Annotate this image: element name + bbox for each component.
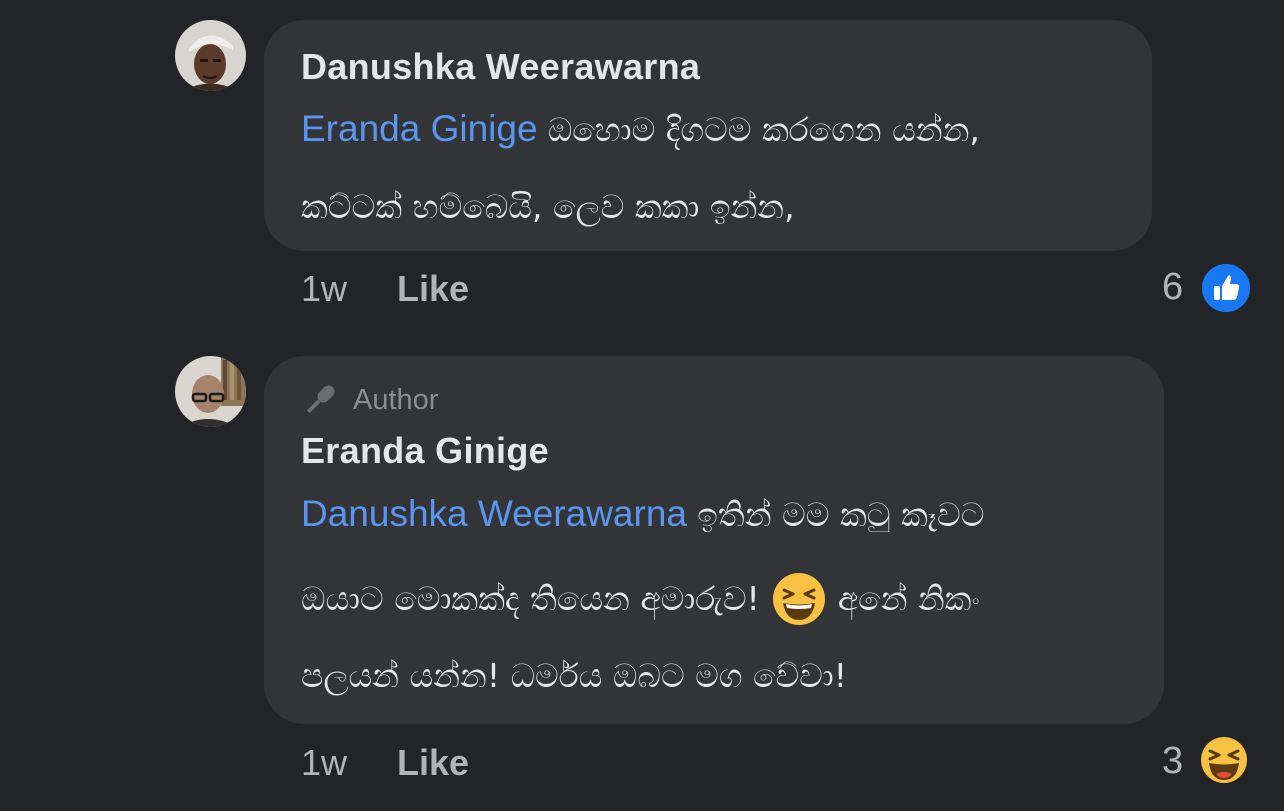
comment-text: කට්ටක් හම්බෙයි, ලෙව කකා ඉන්න,	[301, 187, 795, 226]
author-badge: Author	[301, 381, 438, 419]
user-avatar-icon	[175, 20, 246, 91]
reaction-count[interactable]: 3	[1162, 740, 1183, 783]
avatar[interactable]	[175, 356, 246, 427]
reaction-count[interactable]: 6	[1162, 266, 1183, 309]
mention-link[interactable]: Danushka Weerawarna	[301, 493, 687, 534]
user-avatar-icon	[175, 356, 246, 427]
comment-text: පලයන් යන්න! ධර්මය ඔබට මග වේවා!	[301, 656, 847, 695]
timestamp[interactable]: 1w	[301, 268, 347, 309]
comment-text-line-2: කට්ටක් හම්බෙයි, ලෙව කකා ඉන්න,	[301, 185, 795, 227]
author-badge-label: Author	[353, 383, 439, 416]
comment-bubble: Danushka Weerawarna Eranda Ginige ඔහොම ද…	[264, 20, 1152, 251]
comment-actions: 1w Like	[301, 268, 469, 310]
comment-bubble: Author Eranda Ginige Danushka Weerawarna…	[264, 356, 1164, 724]
comment-text: ඉතින් මම කටු කෑවට	[697, 495, 985, 534]
comment-text-line-1: Eranda Ginige ඔහොම දිගටම කරගෙන යන්න,	[301, 108, 980, 150]
comment-text-line-1: Danushka Weerawarna ඉතින් මම කටු කෑවට	[301, 493, 984, 535]
comment-author-name[interactable]: Danushka Weerawarna	[301, 46, 700, 88]
comment-text: ඔයාට මොකක්ද තියෙන අමාරුව!	[301, 579, 760, 618]
like-button[interactable]: Like	[397, 268, 469, 310]
comment-text-line-2: ඔයාට මොකක්ද තියෙන අමාරුව! අනේ නිකං	[301, 572, 980, 626]
microphone-icon	[307, 385, 335, 413]
timestamp[interactable]: 1w	[301, 742, 347, 783]
thumbs-up-icon[interactable]	[1200, 262, 1252, 314]
comment-text-line-3: පලයන් යන්න! ධර්මය ඔබට මග වේවා!	[301, 654, 847, 696]
comment-actions: 1w Like	[301, 742, 469, 784]
comment-author-name[interactable]: Eranda Ginige	[301, 430, 549, 472]
laughing-emoji-icon	[772, 572, 826, 626]
comment-text: ඔහොම දිගටම කරගෙන යන්න,	[547, 110, 980, 149]
haha-icon[interactable]	[1200, 736, 1248, 784]
comment-text: අනේ නිකං	[837, 579, 980, 618]
like-button[interactable]: Like	[397, 742, 469, 784]
mention-link[interactable]: Eranda Ginige	[301, 108, 538, 149]
avatar[interactable]	[175, 20, 246, 91]
